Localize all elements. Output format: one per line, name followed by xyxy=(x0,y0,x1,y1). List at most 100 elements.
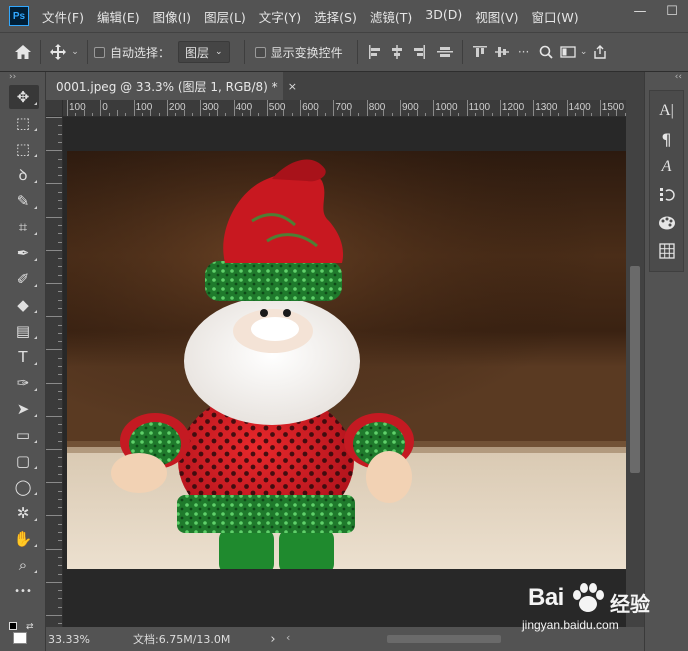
crop-icon: ⌗ xyxy=(18,218,28,236)
show-transform-checkbox[interactable] xyxy=(254,46,266,58)
toolbar-collapse-button[interactable]: ›› xyxy=(0,72,45,84)
hand-tool[interactable]: ✋ xyxy=(0,526,46,552)
chevron-down-icon[interactable]: ⌄ xyxy=(69,47,81,57)
workspace-icon[interactable] xyxy=(557,45,579,59)
lasso-tool[interactable]: ꝺ xyxy=(0,162,46,188)
color-swatches[interactable]: ⇄ xyxy=(9,622,37,648)
chevron-down-icon[interactable]: ⌄ xyxy=(579,47,589,57)
menu-view[interactable]: 视图(V) xyxy=(475,7,518,26)
align-middle-icon[interactable] xyxy=(491,45,513,59)
pen-tool[interactable]: ✑ xyxy=(0,370,46,396)
marquee-tool[interactable]: ⬚ xyxy=(0,136,46,162)
foreground-color[interactable] xyxy=(13,632,27,644)
minimize-button[interactable]: — xyxy=(624,0,656,22)
ruler-tick xyxy=(58,200,62,201)
layer-dropdown[interactable]: 图层 ⌄ xyxy=(178,41,230,63)
status-menu-arrow[interactable]: › xyxy=(270,632,275,647)
character-icon[interactable]: A| xyxy=(650,97,683,125)
vertical-ruler[interactable] xyxy=(46,117,63,627)
ellipsis-icon[interactable]: ··· xyxy=(513,45,535,59)
ruler-tick xyxy=(316,110,318,116)
move-icon[interactable] xyxy=(47,44,69,60)
horizontal-ruler[interactable]: 100 0 100 200 300 400 500 600 700 800 900 1000 1100 1… xyxy=(63,100,626,117)
move-tool[interactable]: ✥ xyxy=(0,84,46,110)
document-size-info[interactable]: 文档:6.75M/13.0M xyxy=(133,631,230,647)
align-top-icon[interactable] xyxy=(469,45,491,59)
menu-select[interactable]: 选择(S) xyxy=(314,7,357,26)
gradient-tool[interactable]: ▤ xyxy=(0,318,46,344)
ruler-tick xyxy=(46,183,62,185)
ruler-tick xyxy=(67,100,68,116)
menu-window[interactable]: 窗口(W) xyxy=(532,7,579,26)
brush-tool[interactable]: ✐ xyxy=(0,266,46,292)
align-left-icon[interactable] xyxy=(364,45,386,59)
menu-layer[interactable]: 图层(L) xyxy=(204,7,246,26)
align-right-icon[interactable] xyxy=(408,45,430,59)
scrollbar-thumb[interactable] xyxy=(387,635,501,643)
history-icon[interactable] xyxy=(650,181,683,209)
eraser-tool[interactable]: ◆ xyxy=(0,292,46,318)
document-tab[interactable]: 0001.jpeg @ 33.3% (图层 1, RGB/8) * × xyxy=(46,72,297,100)
more-tools[interactable]: ••• xyxy=(0,578,46,604)
document-image[interactable] xyxy=(67,151,627,569)
zoom-tool[interactable]: ⌕ xyxy=(0,552,46,578)
align-center-icon[interactable] xyxy=(386,45,408,59)
menu-edit[interactable]: 编辑(E) xyxy=(97,7,140,26)
eyedropper-tool[interactable]: ✒ xyxy=(0,240,46,266)
rectangle-tool[interactable]: ▭ xyxy=(0,422,46,448)
custom-shape-tool[interactable]: ✲ xyxy=(0,500,46,526)
quick-select-tool[interactable]: ✎ xyxy=(0,188,46,214)
artboard-tool[interactable]: ⬚ xyxy=(0,110,46,136)
ruler-tick xyxy=(46,382,62,384)
path-select-tool[interactable]: ➤ xyxy=(0,396,46,422)
ruler-tick xyxy=(474,113,476,116)
ruler-tick xyxy=(58,399,62,401)
auto-select-checkbox[interactable] xyxy=(94,46,105,58)
menu-3d[interactable]: 3D(D) xyxy=(425,7,462,26)
home-icon[interactable] xyxy=(12,44,34,60)
close-icon[interactable]: × xyxy=(288,80,297,93)
maximize-button[interactable]: ☐ xyxy=(656,0,688,22)
rounded-rect-icon: ▢ xyxy=(15,452,31,470)
vertical-scrollbar[interactable] xyxy=(626,100,644,627)
ruler-tick xyxy=(533,100,535,116)
glyphs-icon[interactable]: A xyxy=(650,153,683,181)
ruler-tick xyxy=(46,283,62,284)
ruler-tick xyxy=(75,113,77,116)
tool-group-indicator xyxy=(34,518,37,521)
menu-image[interactable]: 图像(I) xyxy=(153,7,191,26)
color-palette-icon[interactable] xyxy=(650,209,683,237)
ruler-tick xyxy=(366,100,368,116)
distribute-icon[interactable] xyxy=(434,45,456,59)
scroll-left-icon[interactable]: ‹ xyxy=(286,631,290,644)
ellipse-tool[interactable]: ◯ xyxy=(0,474,46,500)
grid-icon[interactable] xyxy=(650,237,683,265)
zoom-level[interactable]: 33.33% xyxy=(48,633,91,646)
menu-filter[interactable]: 滤镜(T) xyxy=(370,7,412,26)
custom-shape-icon: ✲ xyxy=(16,504,30,522)
ruler-tick xyxy=(416,110,418,116)
swap-colors-icon[interactable] xyxy=(9,622,17,630)
tool-group-indicator xyxy=(34,336,37,339)
default-colors-icon[interactable]: ⇄ xyxy=(26,622,34,632)
ruler-origin[interactable] xyxy=(46,100,63,117)
tool-group-indicator xyxy=(34,128,37,131)
crop-tool[interactable]: ⌗ xyxy=(0,214,46,240)
type-tool[interactable]: T xyxy=(0,344,46,370)
search-icon[interactable] xyxy=(535,45,557,59)
share-icon[interactable] xyxy=(589,45,611,59)
ruler-tick xyxy=(58,523,62,525)
menu-file[interactable]: 文件(F) xyxy=(42,7,84,26)
rounded-rect-tool[interactable]: ▢ xyxy=(0,448,46,474)
ruler-tick xyxy=(241,113,243,116)
scrollbar-thumb[interactable] xyxy=(630,266,640,473)
move-icon: ✥ xyxy=(16,88,30,106)
ruler-tick xyxy=(599,100,601,116)
ruler-tick xyxy=(58,324,62,326)
menu-type[interactable]: 文字(Y) xyxy=(259,7,301,26)
ruler-label: 1000 xyxy=(435,102,458,113)
ruler-tick xyxy=(58,407,62,409)
panel-collapse-button[interactable]: ‹‹ xyxy=(645,72,688,84)
paragraph-icon[interactable]: ¶ xyxy=(650,125,683,153)
right-panel-dock: ‹‹ A| ¶ A xyxy=(644,72,688,651)
